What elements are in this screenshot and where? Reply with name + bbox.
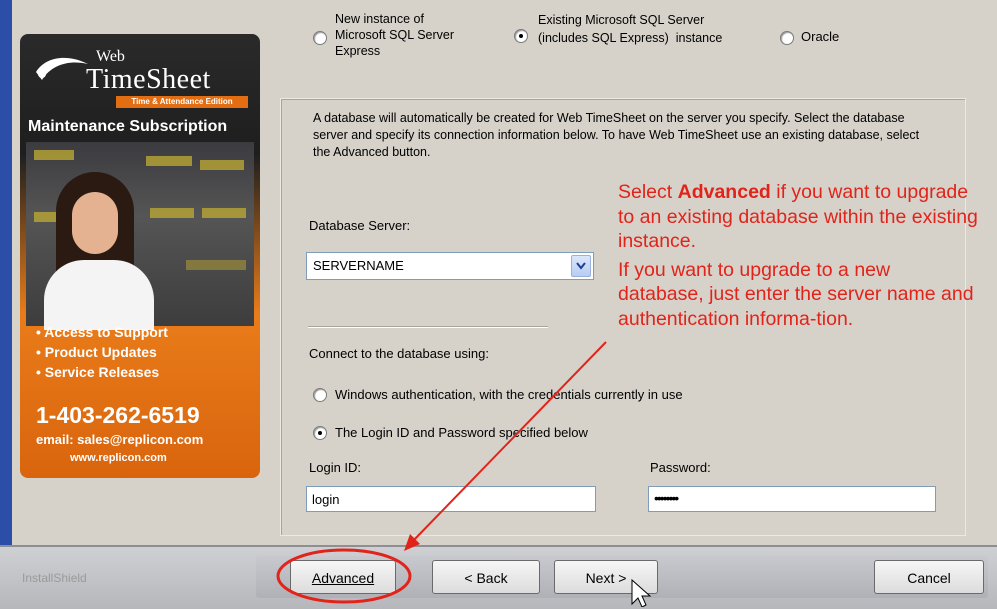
windows-auth-label[interactable]: Windows authentication, with the credent… bbox=[335, 387, 683, 402]
login-id-input[interactable]: login bbox=[306, 486, 596, 512]
person-body bbox=[44, 260, 154, 330]
windows-auth-radio[interactable] bbox=[313, 388, 327, 402]
login-auth-radio[interactable] bbox=[313, 426, 327, 440]
password-value: •••••••• bbox=[654, 490, 679, 506]
connect-using-label: Connect to the database using: bbox=[309, 346, 489, 361]
server-rack bbox=[186, 260, 246, 270]
banner-photo bbox=[26, 142, 254, 330]
server-rack bbox=[34, 150, 74, 160]
database-server-select[interactable]: SERVERNAME bbox=[306, 252, 594, 280]
installshield-label: InstallShield bbox=[22, 571, 87, 585]
database-server-value: SERVERNAME bbox=[313, 258, 404, 273]
password-input[interactable]: •••••••• bbox=[648, 486, 936, 512]
new-instance-radio[interactable] bbox=[313, 31, 327, 45]
next-button[interactable]: Next > bbox=[554, 560, 658, 594]
banner-phone: 1-403-262-6519 bbox=[36, 402, 200, 428]
bullet-item: • Service Releases bbox=[36, 364, 160, 380]
banner-bullets: • Access to Support • Product Updates • … bbox=[36, 322, 168, 382]
product-banner: Web TimeSheet Time & Attendance Edition … bbox=[20, 34, 260, 478]
section-divider bbox=[308, 326, 548, 328]
cancel-button[interactable]: Cancel bbox=[874, 560, 984, 594]
server-rack bbox=[200, 160, 244, 170]
banner-website: www.replicon.com bbox=[70, 452, 167, 464]
bullet-item: • Access to Support bbox=[36, 324, 168, 340]
new-instance-label[interactable]: New instance of Microsoft SQL Server Exp… bbox=[335, 11, 454, 59]
login-id-label: Login ID: bbox=[309, 460, 362, 475]
logo-swoosh-icon bbox=[36, 57, 88, 80]
login-id-value: login bbox=[312, 492, 340, 507]
bullet-item: • Product Updates bbox=[36, 344, 157, 360]
annotation-text: Select Advanced if you want to upgrade t… bbox=[618, 180, 978, 331]
existing-instance-radio[interactable] bbox=[514, 29, 528, 43]
oracle-label[interactable]: Oracle bbox=[801, 29, 839, 44]
oracle-radio[interactable] bbox=[780, 31, 794, 45]
installer-window: Web TimeSheet Time & Attendance Edition … bbox=[0, 0, 997, 609]
logo-edition-badge: Time & Attendance Edition bbox=[116, 96, 248, 108]
description-text: A database will automatically be created… bbox=[313, 111, 920, 159]
annotation-line1: Select Advanced if you want to upgrade t… bbox=[618, 180, 978, 254]
banner-title: Maintenance Subscription bbox=[28, 118, 228, 135]
annotation-prefix: Select bbox=[618, 181, 678, 203]
server-rack bbox=[202, 208, 246, 218]
login-auth-label[interactable]: The Login ID and Password specified belo… bbox=[335, 425, 588, 440]
advanced-button-label: Advanced bbox=[311, 570, 375, 586]
database-server-label: Database Server: bbox=[309, 218, 411, 233]
advanced-button[interactable]: Advanced bbox=[290, 560, 396, 594]
back-button[interactable]: < Back bbox=[432, 560, 540, 594]
chevron-down-icon[interactable] bbox=[571, 255, 591, 277]
logo-timesheet-text: TimeSheet bbox=[86, 64, 211, 95]
server-rack bbox=[150, 208, 194, 218]
server-rack bbox=[146, 156, 192, 166]
annotation-bold: Advanced bbox=[677, 181, 771, 203]
password-label: Password: bbox=[650, 460, 711, 475]
annotation-line2: If you want to upgrade to a new database… bbox=[618, 258, 974, 330]
existing-instance-label[interactable]: Existing Microsoft SQL Server (includes … bbox=[538, 11, 722, 47]
banner-email: email: sales@replicon.com bbox=[36, 432, 204, 447]
person-face bbox=[72, 192, 118, 254]
